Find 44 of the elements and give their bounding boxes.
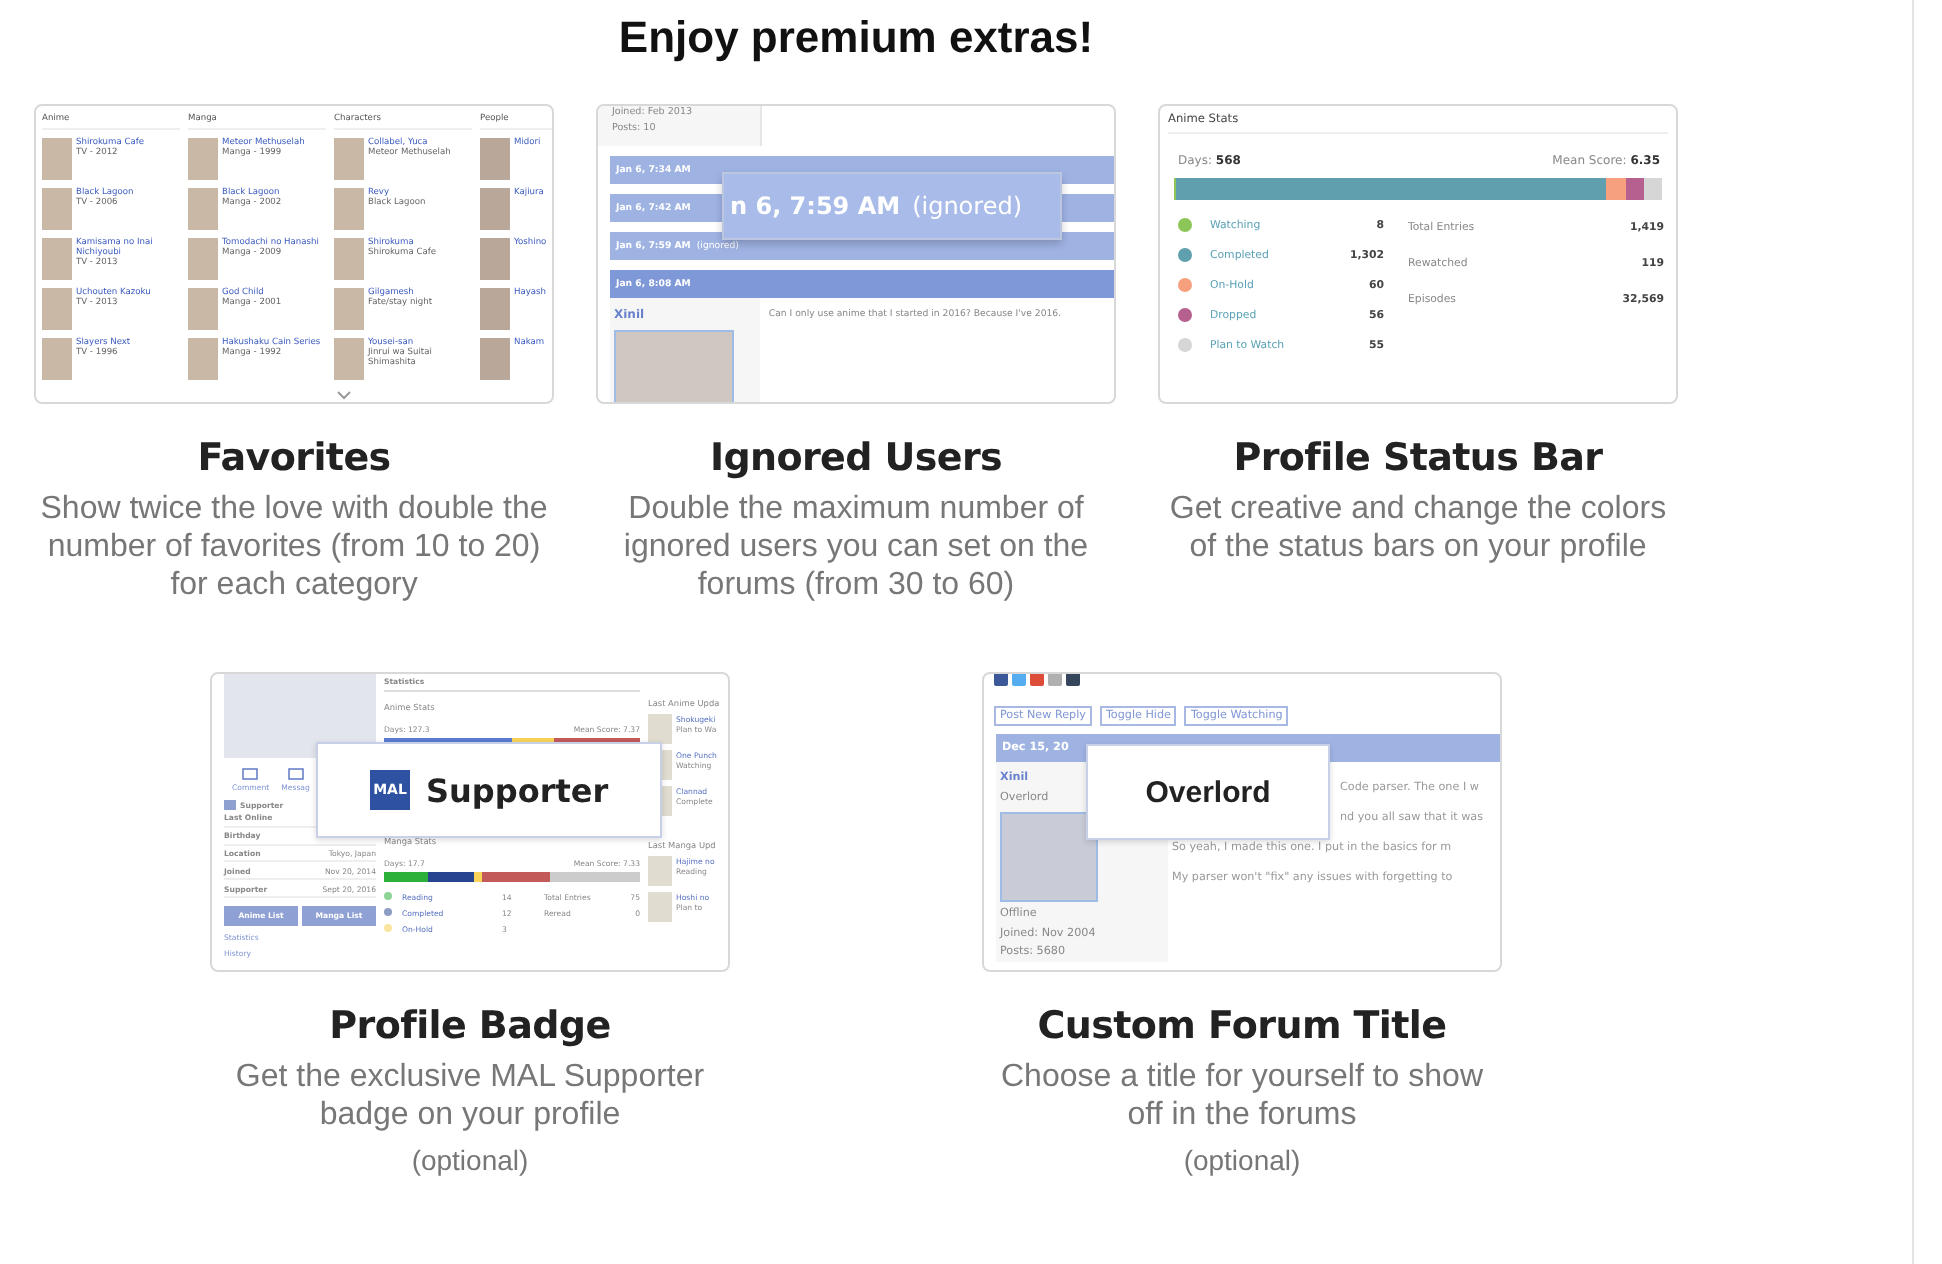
cover-placeholder [42, 188, 72, 230]
magnifier-tooltip: n 6, 7:59 AM (ignored) [722, 172, 1062, 240]
cover-placeholder [42, 138, 72, 180]
cover-placeholder [480, 238, 510, 280]
feature-description: Choose a title for yourself to show off in the forums [998, 1058, 1485, 1134]
cover-placeholder [188, 138, 218, 180]
optional-note: (optional) [1183, 1144, 1301, 1176]
avatar-placeholder [614, 330, 734, 402]
cover-placeholder [480, 338, 510, 380]
cover-placeholder [334, 238, 364, 280]
page-heading: Enjoy premium extras! [618, 12, 1094, 64]
cover-placeholder [648, 714, 672, 744]
avatar-placeholder [1000, 812, 1098, 902]
cover-placeholder [42, 338, 72, 380]
cover-placeholder [480, 138, 510, 180]
cover-placeholder [334, 338, 364, 380]
feature-title: Favorites [197, 436, 391, 480]
cover-placeholder [188, 238, 218, 280]
cover-placeholder [188, 188, 218, 230]
feature-title: Custom Forum Title [1037, 1004, 1447, 1048]
cover-placeholder [480, 188, 510, 230]
cover-placeholder [648, 856, 672, 886]
optional-note: (optional) [411, 1144, 529, 1176]
cover-placeholder [42, 288, 72, 330]
speech-bubble-icon [287, 768, 304, 780]
cover-placeholder [42, 238, 72, 280]
cover-placeholder [648, 892, 672, 922]
speech-bubble-icon [242, 768, 259, 780]
badge-icon [224, 800, 236, 810]
magnifier-tooltip: Overlord [1086, 744, 1330, 840]
cover-placeholder [188, 288, 218, 330]
feature-description: Double the maximum number of ignored users you can set on the forums (from 30 to 60) [621, 490, 1091, 604]
cover-placeholder [188, 338, 218, 380]
feature-title: Profile Status Bar [1233, 436, 1603, 480]
cover-placeholder [334, 288, 364, 330]
cover-placeholder [480, 288, 510, 330]
cover-placeholder [334, 188, 364, 230]
feature-description: Get the exclusive MAL Supporter badge on your profile [233, 1058, 707, 1134]
feature-description: Show twice the love with double the number of favorites (from 10 to 20) for each category [38, 490, 550, 604]
cover-placeholder [334, 138, 364, 180]
feature-title: Profile Badge [329, 1004, 611, 1048]
feature-description: Get creative and change the colors of the status bars on your profile [1167, 490, 1669, 566]
feature-title: Ignored Users [709, 436, 1003, 480]
chevron-down-icon[interactable] [336, 390, 352, 400]
